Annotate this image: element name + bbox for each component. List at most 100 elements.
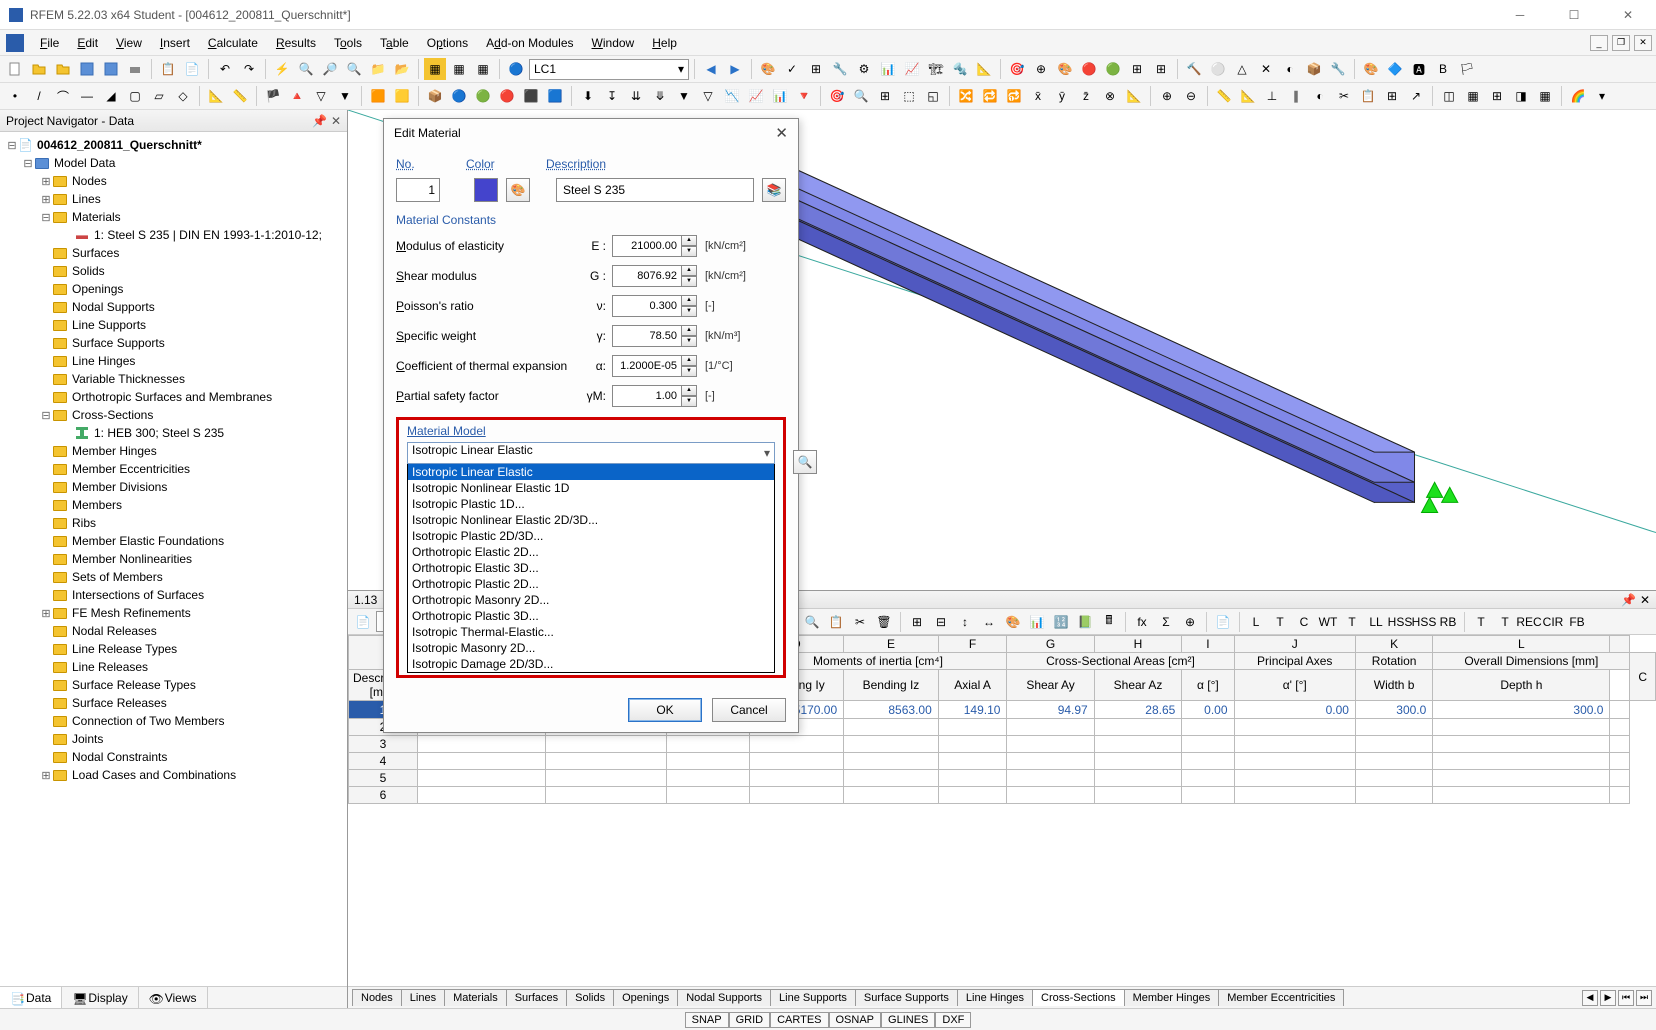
t2vv[interactable]: ◐ <box>1309 85 1331 107</box>
t2h[interactable]: 🔺 <box>286 85 308 107</box>
t2tt[interactable]: ⊥ <box>1261 85 1283 107</box>
tree-item[interactable]: ⊟Materials <box>0 208 347 226</box>
t1u[interactable]: ✕ <box>1255 58 1277 80</box>
tree-item[interactable]: ⊞Lines <box>0 190 347 208</box>
tb-j[interactable]: 🎨 <box>1002 611 1024 633</box>
status-cartes[interactable]: CARTES <box>770 1012 828 1028</box>
t2ff[interactable]: ⬚ <box>898 85 920 107</box>
t2o[interactable]: 🟢 <box>472 85 494 107</box>
t2ll[interactable]: ȳ <box>1051 85 1073 107</box>
t2xx[interactable]: 📋 <box>1357 85 1379 107</box>
t2aa[interactable]: 📊 <box>769 85 791 107</box>
dropdown-item[interactable]: Isotropic Nonlinear Elastic 2D/3D... <box>408 512 774 528</box>
t1x[interactable]: 🔧 <box>1327 58 1349 80</box>
tb-y[interactable]: HSS <box>1413 611 1435 633</box>
t1q[interactable]: ⊞ <box>1150 58 1172 80</box>
t2n[interactable]: 🔵 <box>448 85 470 107</box>
tree-item[interactable]: Connection of Two Members <box>0 712 347 730</box>
close2-icon[interactable]: ✕ <box>1640 593 1650 607</box>
prev-icon[interactable]: ◀ <box>700 58 722 80</box>
t2dd[interactable]: 🔍 <box>850 85 872 107</box>
menu-help[interactable]: Help <box>644 34 685 52</box>
t2t[interactable]: ↧ <box>601 85 623 107</box>
tree-item[interactable]: Line Supports <box>0 316 347 334</box>
tb-p[interactable]: ⊕ <box>1179 611 1201 633</box>
nav-tab-display[interactable]: 🖥Display <box>62 987 138 1008</box>
t2y[interactable]: 📉 <box>721 85 743 107</box>
tb-k[interactable]: 📊 <box>1026 611 1048 633</box>
tree-item[interactable]: Intersections of Surfaces <box>0 586 347 604</box>
tb-f[interactable]: ⊞ <box>906 611 928 633</box>
t2q[interactable]: ⬛ <box>520 85 542 107</box>
tb-d[interactable]: ✂ <box>849 611 871 633</box>
tb-n[interactable]: fx <box>1131 611 1153 633</box>
const-input[interactable]: ▲▼ <box>612 295 697 317</box>
t2u[interactable]: ⇊ <box>625 85 647 107</box>
line-icon[interactable]: / <box>28 85 50 107</box>
flash-icon[interactable]: ⚡ <box>271 58 293 80</box>
nav-tab-views[interactable]: 👁Views <box>139 987 208 1008</box>
tb-g[interactable]: ⊟ <box>930 611 952 633</box>
t1cc[interactable]: 🏳 <box>1456 58 1478 80</box>
tree-item[interactable]: Sets of Members <box>0 568 347 586</box>
zoom-fit-icon[interactable]: 🔍 <box>343 58 365 80</box>
tree-item[interactable]: Openings <box>0 280 347 298</box>
open-icon[interactable] <box>28 58 50 80</box>
layout3-icon[interactable]: ▦ <box>472 58 494 80</box>
const-input[interactable]: ▲▼ <box>612 235 697 257</box>
t2a6[interactable]: 🌈 <box>1567 85 1589 107</box>
const-input[interactable]: ▲▼ <box>612 325 697 347</box>
next-icon[interactable]: ▶ <box>724 58 746 80</box>
dropdown-item[interactable]: Isotropic Plastic 1D... <box>408 496 774 512</box>
redo-icon[interactable]: ↷ <box>238 58 260 80</box>
t2j[interactable]: ▼ <box>334 85 356 107</box>
tb-h[interactable]: ↕ <box>954 611 976 633</box>
dropdown-item[interactable]: Orthotropic Plastic 2D... <box>408 576 774 592</box>
material-model-select[interactable]: Isotropic Linear Elastic <box>407 442 775 464</box>
t2c[interactable]: ▱ <box>148 85 170 107</box>
t1o[interactable]: 🟢 <box>1102 58 1124 80</box>
t2kk[interactable]: x̄ <box>1027 85 1049 107</box>
color-picker-button[interactable]: 🎨 <box>506 178 530 202</box>
tb-u[interactable]: WT <box>1317 611 1339 633</box>
t1v[interactable]: ◐ <box>1279 58 1301 80</box>
t1z[interactable]: 🔷 <box>1384 58 1406 80</box>
t1m[interactable]: 🎨 <box>1054 58 1076 80</box>
tree-item[interactable]: Line Release Types <box>0 640 347 658</box>
t2v[interactable]: ⤋ <box>649 85 671 107</box>
tab-prev[interactable]: ◀ <box>1582 990 1598 1006</box>
tb-z[interactable]: RB <box>1437 611 1459 633</box>
t1g[interactable]: 📈 <box>901 58 923 80</box>
tb-q[interactable]: 📄 <box>1212 611 1234 633</box>
table-tab[interactable]: Nodes <box>352 989 402 1006</box>
close-button[interactable]: ✕ <box>1608 3 1648 27</box>
t1e[interactable]: ⚙ <box>853 58 875 80</box>
tree-item[interactable]: Member Elastic Foundations <box>0 532 347 550</box>
t2pp[interactable]: ⊕ <box>1156 85 1178 107</box>
material-no-input[interactable] <box>396 178 440 202</box>
nav-tab-data[interactable]: 📑Data <box>0 987 62 1008</box>
tb-o[interactable]: Σ <box>1155 611 1177 633</box>
t2oo[interactable]: 📐 <box>1123 85 1145 107</box>
t1bb[interactable]: B <box>1432 58 1454 80</box>
dropdown-item[interactable]: Isotropic Thermal-Elastic... <box>408 624 774 640</box>
menu-results[interactable]: Results <box>268 34 324 52</box>
t1b[interactable]: ✓ <box>781 58 803 80</box>
dialog-close-icon[interactable]: ✕ <box>775 124 788 142</box>
tree-item[interactable]: Member Hinges <box>0 442 347 460</box>
excel-icon[interactable]: 📗 <box>1074 611 1096 633</box>
table-icon[interactable]: 📂 <box>391 58 413 80</box>
minimize-button[interactable]: ─ <box>1500 3 1540 27</box>
tree-item[interactable]: Solids <box>0 262 347 280</box>
t1r[interactable]: 🔨 <box>1183 58 1205 80</box>
open2-icon[interactable] <box>52 58 74 80</box>
loadcase-combo[interactable]: LC1▾ <box>529 59 689 80</box>
t1y[interactable]: 🎨 <box>1360 58 1382 80</box>
t2uu[interactable]: ∥ <box>1285 85 1307 107</box>
tb-i[interactable]: ↔ <box>978 611 1000 633</box>
t2rr[interactable]: 📏 <box>1213 85 1235 107</box>
pin-icon[interactable]: 📌 <box>312 114 327 128</box>
table-tab[interactable]: Nodal Supports <box>677 989 771 1006</box>
dropdown-item[interactable]: Orthotropic Masonry 2D... <box>408 592 774 608</box>
status-glines[interactable]: GLINES <box>881 1012 935 1028</box>
